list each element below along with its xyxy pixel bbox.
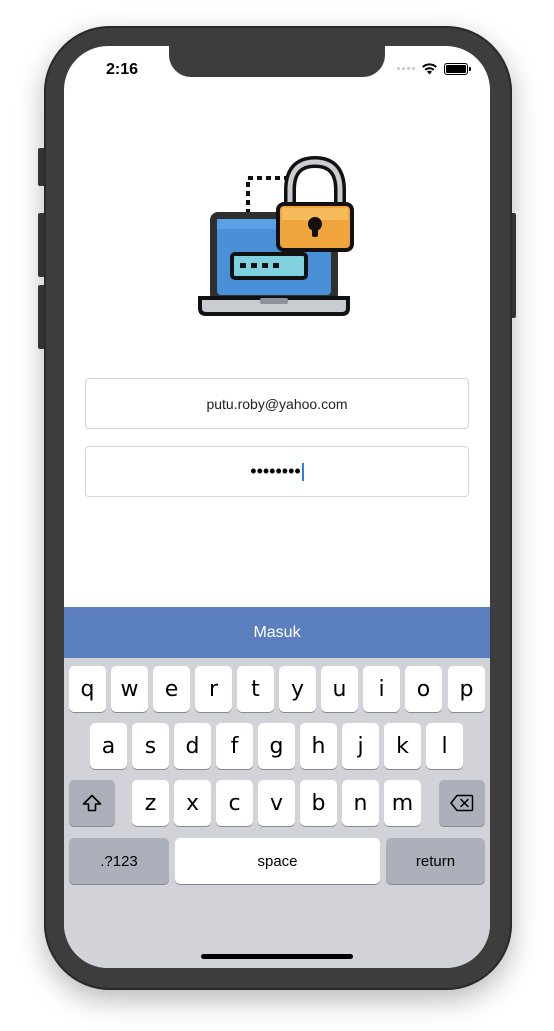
key-v[interactable]: v (258, 780, 295, 826)
wifi-icon (422, 63, 437, 75)
key-g[interactable]: g (258, 723, 295, 769)
key-n[interactable]: n (342, 780, 379, 826)
email-field[interactable]: putu.roby@yahoo.com (85, 378, 469, 429)
home-indicator (201, 954, 353, 959)
keyboard: q w e r t y u i o p a s d f g h j k l z … (64, 658, 490, 968)
key-o[interactable]: o (405, 666, 442, 712)
key-f[interactable]: f (216, 723, 253, 769)
email-value: putu.roby@yahoo.com (206, 395, 348, 412)
key-e[interactable]: e (153, 666, 190, 712)
notch (169, 46, 385, 77)
key-r[interactable]: r (195, 666, 232, 712)
key-m[interactable]: m (384, 780, 421, 826)
key-d[interactable]: d (174, 723, 211, 769)
key-a[interactable]: a (90, 723, 127, 769)
return-key[interactable]: return (386, 838, 485, 884)
key-y[interactable]: y (279, 666, 316, 712)
shift-key[interactable] (69, 780, 115, 826)
status-time: 2:16 (106, 61, 139, 78)
status-icons (397, 62, 471, 75)
backspace-icon (450, 794, 474, 812)
text-caret (301, 462, 304, 481)
space-key[interactable]: space (175, 838, 380, 884)
shift-icon (82, 794, 102, 812)
key-k[interactable]: k (384, 723, 421, 769)
key-t[interactable]: t (237, 666, 274, 712)
key-u[interactable]: u (321, 666, 358, 712)
key-s[interactable]: s (132, 723, 169, 769)
key-j[interactable]: j (342, 723, 379, 769)
key-b[interactable]: b (300, 780, 337, 826)
login-button[interactable]: Masuk (64, 607, 490, 658)
lock-laptop-icon (198, 156, 354, 316)
screen: 2:16 putu.roby@yahoo.com •••••••• Masuk … (64, 46, 490, 968)
backspace-key[interactable] (439, 780, 485, 826)
numbers-key[interactable]: .?123 (69, 838, 169, 884)
signal-icon (397, 67, 415, 70)
key-i[interactable]: i (363, 666, 400, 712)
key-q[interactable]: q (69, 666, 106, 712)
password-field[interactable]: •••••••• (85, 446, 469, 497)
key-l[interactable]: l (426, 723, 463, 769)
key-z[interactable]: z (132, 780, 169, 826)
key-h[interactable]: h (300, 723, 337, 769)
key-c[interactable]: c (216, 780, 253, 826)
key-x[interactable]: x (174, 780, 211, 826)
key-w[interactable]: w (111, 666, 148, 712)
key-p[interactable]: p (448, 666, 485, 712)
battery-icon (444, 62, 471, 75)
password-value: •••••••• (250, 460, 301, 481)
